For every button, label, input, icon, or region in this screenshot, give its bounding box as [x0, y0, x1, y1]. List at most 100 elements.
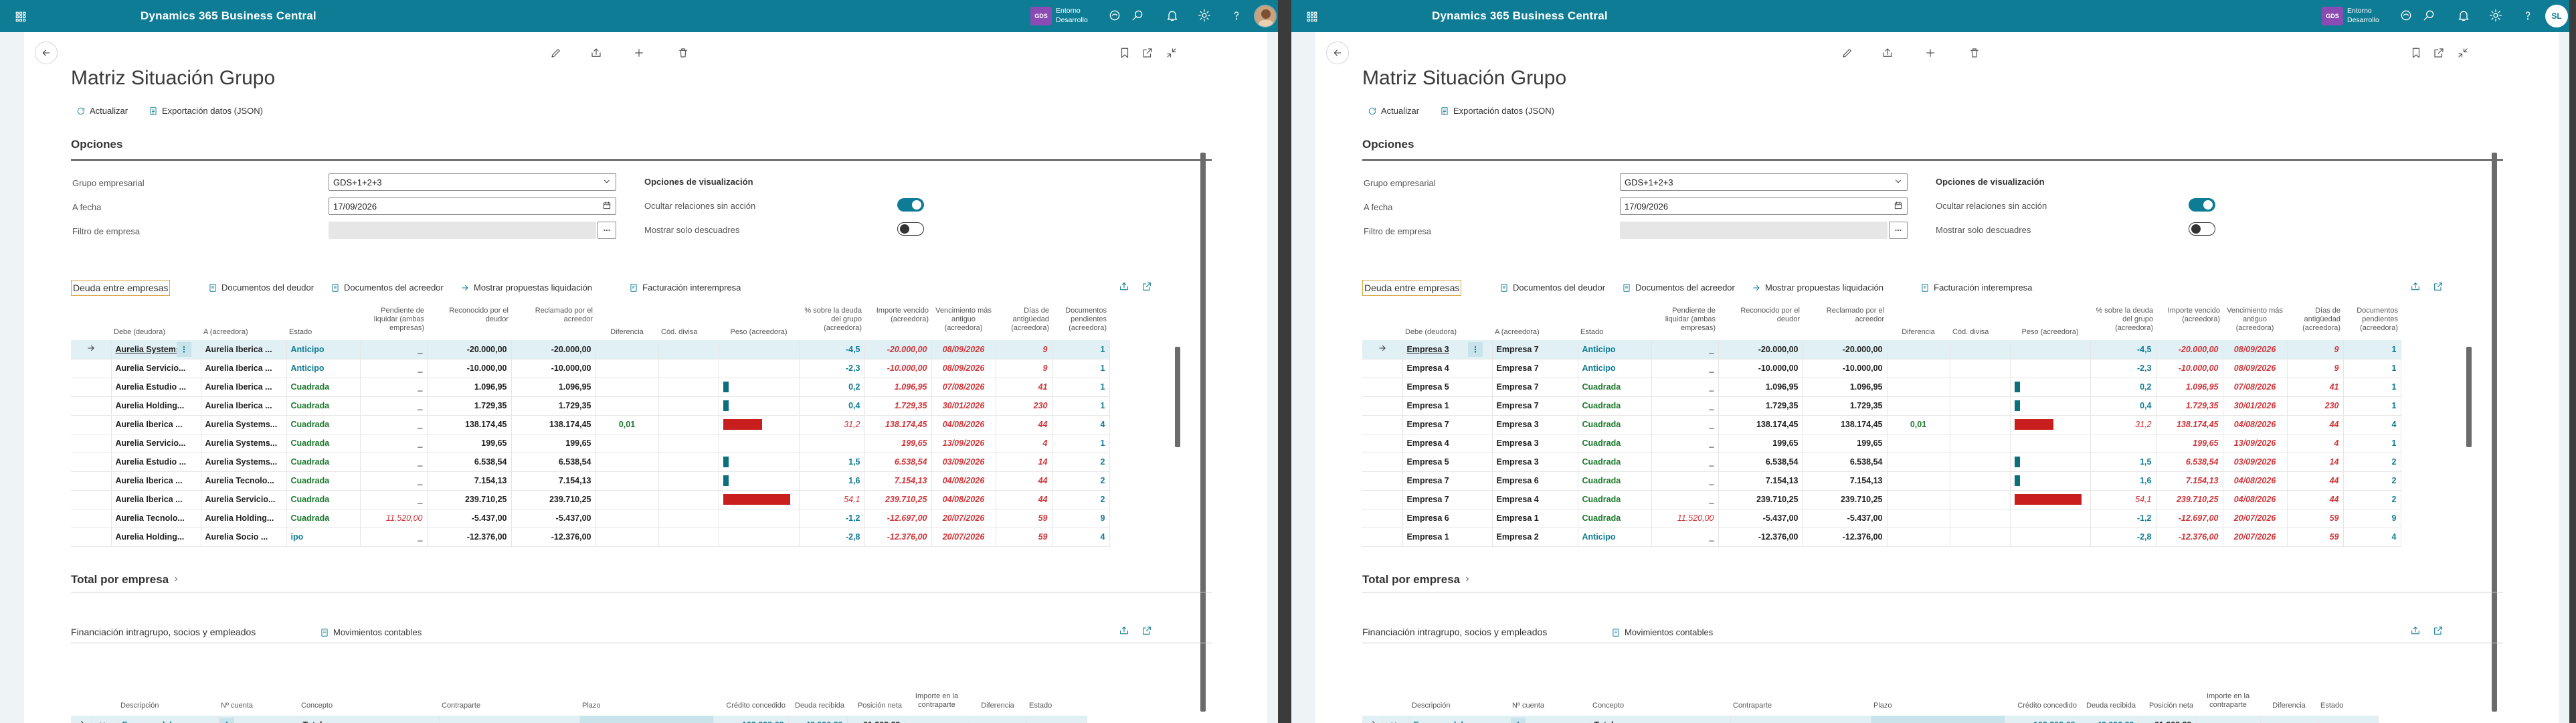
- finance-row-actions-button[interactable]: ⋮: [219, 718, 234, 723]
- bookmark-icon[interactable]: [2410, 47, 2423, 60]
- table-row[interactable]: Empresa 6 Empresa 1 Cuadrada 11.520,00 -5.43…: [1362, 509, 2401, 528]
- expand-list-icon[interactable]: [1141, 281, 1155, 295]
- expand-toggle[interactable]: [91, 716, 118, 723]
- row-selector[interactable]: [1362, 471, 1403, 491]
- column-header[interactable]: Días de antigüedad (acreedora): [2290, 307, 2340, 333]
- row-selector[interactable]: [71, 716, 92, 723]
- cell-debe[interactable]: Aurelia Iberica ...: [111, 471, 201, 491]
- back-button[interactable]: [35, 42, 58, 64]
- row-selector[interactable]: [1362, 453, 1403, 472]
- cell-documentos[interactable]: 1: [2343, 359, 2401, 378]
- new-icon[interactable]: [1924, 47, 1938, 60]
- calendar-icon[interactable]: [602, 201, 612, 212]
- share-finance-icon[interactable]: [1119, 625, 1132, 639]
- notifications-icon[interactable]: [2457, 9, 2472, 23]
- scrollbar-thumb[interactable]: [1175, 347, 1180, 447]
- row-selector[interactable]: [71, 434, 112, 453]
- cell-documentos[interactable]: 9: [1052, 509, 1110, 528]
- finance-row-actions-button[interactable]: ⋮: [1511, 718, 1526, 723]
- help-icon[interactable]: [2521, 9, 2536, 23]
- export-json-action[interactable]: Exportación datos (JSON): [1440, 106, 1554, 116]
- row-selector[interactable]: [71, 396, 112, 416]
- cell-documentos[interactable]: 1: [1052, 359, 1110, 378]
- table-row[interactable]: Empresa 5 Empresa 7 Cuadrada _ 1.096,95 1.096…: [1362, 378, 2401, 397]
- open-new-window-icon[interactable]: [2433, 47, 2446, 60]
- expand-list-icon[interactable]: [2433, 281, 2446, 295]
- column-header[interactable]: A (acreedora): [203, 328, 284, 337]
- column-header[interactable]: Peso (acreedora): [721, 328, 796, 337]
- finance-column-header[interactable]: Concepto: [301, 702, 436, 710]
- cell-documentos[interactable]: 2: [2343, 490, 2401, 509]
- cell-documentos[interactable]: 9: [2343, 509, 2401, 528]
- expand-toggle[interactable]: [1382, 716, 1410, 723]
- table-row[interactable]: Aurelia Iberica ... Aurelia Systems... Cua…: [71, 415, 1110, 434]
- cell-debe[interactable]: Aurelia Estudio ...: [111, 453, 201, 472]
- facturacion-interempresa-action[interactable]: Facturación interempresa: [629, 283, 741, 293]
- row-selector[interactable]: [71, 509, 112, 528]
- row-selector[interactable]: [71, 378, 112, 397]
- column-header[interactable]: Vencimiento más antiguo (acreedora): [2225, 307, 2284, 333]
- filtro-empresa-lookup-button[interactable]: [597, 222, 616, 239]
- documentos-acreedor-action[interactable]: Documentos del acreedor: [331, 283, 444, 293]
- column-header[interactable]: Estado: [1580, 328, 1649, 337]
- finance-column-header[interactable]: Contraparte: [442, 702, 577, 710]
- edit-icon[interactable]: [550, 47, 563, 60]
- finance-column-header[interactable]: Concepto: [1592, 702, 1728, 710]
- deuda-table-scrollbar[interactable]: [1175, 340, 1180, 541]
- mostrar-propuestas-action[interactable]: Mostrar propuestas liquidación: [1752, 283, 1883, 293]
- collapse-icon[interactable]: [2457, 47, 2470, 60]
- table-row[interactable]: Aurelia Holding... Aurelia Socio ... ipo _ -…: [71, 528, 1110, 547]
- copilot-icon[interactable]: [1108, 9, 1123, 23]
- options-heading[interactable]: Opciones: [71, 138, 122, 151]
- cell-debe[interactable]: Empresa 1: [1402, 396, 1493, 416]
- finance-column-header[interactable]: Plazo: [1873, 702, 2002, 710]
- back-button[interactable]: [1326, 42, 1349, 64]
- open-new-window-icon[interactable]: [1141, 47, 1155, 60]
- table-row[interactable]: Empresa 1 Empresa 2 Anticipo _ -12.376,00 -12…: [1362, 528, 2401, 547]
- row-selector[interactable]: [1362, 359, 1403, 378]
- cell-documentos[interactable]: 4: [1052, 528, 1110, 547]
- table-row[interactable]: Empresa 7 Empresa 6 Cuadrada _ 7.154,13 7.154…: [1362, 471, 2401, 491]
- finance-column-header[interactable]: Diferencia: [2263, 702, 2315, 710]
- expand-finance-icon[interactable]: [1141, 625, 1155, 639]
- tab-deuda-entre-empresas[interactable]: Deuda entre empresas: [71, 280, 171, 296]
- delete-icon[interactable]: [1968, 47, 1982, 60]
- cell-debe[interactable]: Aurelia Iberica ...: [111, 490, 201, 509]
- page-scrollbar[interactable]: [2492, 138, 2497, 714]
- filtro-empresa-input[interactable]: [329, 222, 596, 239]
- movimientos-contables-action[interactable]: Movimientos contables: [1611, 627, 1713, 637]
- filtro-empresa-lookup-button[interactable]: [1889, 222, 1908, 239]
- export-json-action[interactable]: Exportación datos (JSON): [149, 106, 263, 116]
- ocultar-relaciones-toggle[interactable]: [2189, 198, 2215, 212]
- column-header[interactable]: % sobre la deuda del grupo (acreedora): [2093, 307, 2153, 333]
- finance-column-header[interactable]: Nº cuenta: [1512, 702, 1587, 710]
- cell-debe[interactable]: Aurelia Iberica ...: [111, 415, 201, 434]
- table-row[interactable]: Aurelia Servicio... Aurelia Iberica ... An…: [71, 359, 1110, 378]
- help-icon[interactable]: [1230, 9, 1245, 23]
- grupo-empresarial-select[interactable]: GDS+1+2+3: [329, 173, 616, 191]
- row-selector[interactable]: [71, 359, 112, 378]
- app-title[interactable]: Dynamics 365 Business Central: [1432, 9, 1608, 23]
- cell-debe[interactable]: Empresa 7: [1402, 490, 1493, 509]
- row-selector[interactable]: [1362, 396, 1403, 416]
- finance-column-header[interactable]: Descripción: [1412, 702, 1507, 710]
- table-row[interactable]: Aurelia Tecnolo... Aurelia Holding... Cuad…: [71, 509, 1110, 528]
- mostrar-descuadres-toggle[interactable]: [897, 222, 924, 236]
- movimientos-contables-action[interactable]: Movimientos contables: [320, 627, 422, 637]
- environment-name[interactable]: Entorno Desarrollo: [1056, 6, 1088, 25]
- column-header[interactable]: Vencimiento más antiguo (acreedora): [934, 307, 993, 333]
- filtro-empresa-input[interactable]: [1620, 222, 1888, 239]
- cell-documentos[interactable]: 1: [2343, 340, 2401, 359]
- column-header[interactable]: Documentos pendientes (acreedora): [2346, 307, 2398, 333]
- fecha-input[interactable]: 17/09/2026: [1620, 197, 1908, 215]
- share-icon[interactable]: [590, 47, 604, 60]
- table-row[interactable]: Empresa 7 Empresa 4 Cuadrada _ 239.710,25 239…: [1362, 490, 2401, 509]
- tab-financiacion[interactable]: Financiación intragrupo, socios y emplea…: [71, 627, 256, 637]
- row-actions-button[interactable]: ⋮: [177, 342, 191, 357]
- total-por-empresa-heading[interactable]: Total por empresa: [1362, 573, 1471, 586]
- refresh-action[interactable]: Actualizar: [76, 106, 128, 116]
- chevron-down-icon[interactable]: [602, 177, 612, 188]
- table-row[interactable]: Aurelia Servicio... Aurelia Systems... Cua…: [71, 434, 1110, 453]
- finance-column-header[interactable]: Nº cuenta: [221, 702, 296, 710]
- cell-debe[interactable]: Empresa 4: [1402, 359, 1493, 378]
